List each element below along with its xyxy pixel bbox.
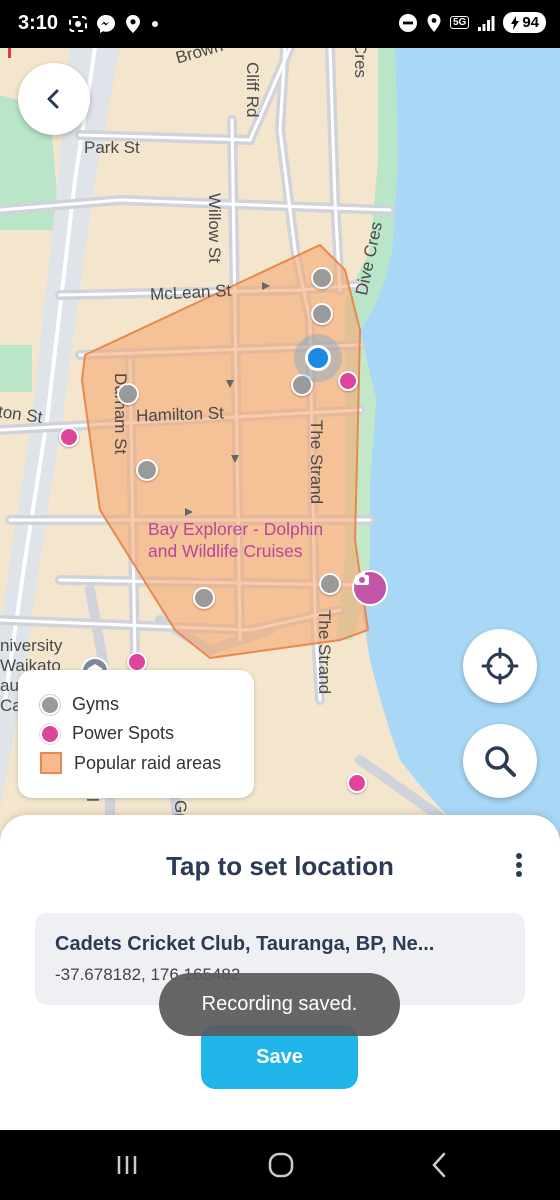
street-label-willow: Willow St xyxy=(205,193,224,263)
home-icon xyxy=(268,1152,294,1178)
status-bar: 3:10 5G 94 xyxy=(0,0,560,48)
street-label-university-1: niversity xyxy=(0,636,63,655)
legend-raid-areas-label: Popular raid areas xyxy=(74,752,222,773)
back-button[interactable] xyxy=(18,63,90,135)
notification-icons xyxy=(68,14,160,34)
camera-icon[interactable] xyxy=(352,570,388,606)
street-label-university-3: au xyxy=(0,676,19,695)
legend-raid-areas: Popular raid areas xyxy=(40,752,221,774)
legend-power-spots: Power Spots xyxy=(40,723,174,744)
home-button[interactable] xyxy=(266,1150,296,1180)
recent-apps-button[interactable] xyxy=(112,1150,142,1180)
battery-icon: 94 xyxy=(503,12,546,33)
chevron-left-icon xyxy=(47,89,59,109)
street-label-mclean: McLean St xyxy=(149,280,232,305)
map-legend: Gyms Power Spots Popular raid areas xyxy=(18,670,254,798)
poi-label-bay-explorer[interactable]: Bay Explorer - Dolphin and Wildlife Crui… xyxy=(148,518,323,562)
gym-marker[interactable] xyxy=(311,267,333,289)
recenter-button[interactable] xyxy=(463,629,537,703)
do-not-disturb-icon xyxy=(398,13,417,32)
battery-level: 94 xyxy=(522,14,539,31)
crosshair-icon xyxy=(481,647,519,685)
current-location-marker xyxy=(294,334,342,382)
power-spot-marker[interactable] xyxy=(127,652,147,672)
sheet-title: Tap to set location xyxy=(166,851,394,881)
legend-gyms-label: Gyms xyxy=(72,694,119,714)
power-spot-marker[interactable] xyxy=(59,427,79,447)
system-icons: 5G 94 xyxy=(398,12,546,33)
screenshot-icon xyxy=(69,16,87,32)
street-label-strand: The Strand xyxy=(307,420,326,505)
back-icon xyxy=(432,1152,446,1178)
street-label-hamilton: Hamilton St xyxy=(135,403,225,426)
power-spot-marker[interactable] xyxy=(347,773,367,793)
signal-icon xyxy=(478,15,495,31)
gym-marker[interactable] xyxy=(117,383,139,405)
legend-gyms: Gyms xyxy=(40,694,119,715)
gym-marker[interactable] xyxy=(136,459,158,481)
power-spot-marker[interactable] xyxy=(338,371,358,391)
gym-marker[interactable] xyxy=(193,587,215,609)
toast-message: Recording saved. xyxy=(159,973,400,1036)
gym-marker[interactable] xyxy=(311,303,333,325)
poi-label-line1: Bay Explorer - Dolphin xyxy=(148,519,324,539)
street-label-park: Park St xyxy=(84,138,140,157)
5g-icon: 5G xyxy=(449,16,470,29)
street-label-cliff: Cliff Rd xyxy=(243,62,262,118)
gym-legend-icon xyxy=(40,694,60,715)
raid-area-legend-icon xyxy=(40,752,62,774)
dot-icon xyxy=(152,21,158,27)
recent-apps-icon xyxy=(117,1156,137,1174)
more-options-button[interactable] xyxy=(512,853,526,881)
location-pin-icon xyxy=(126,15,140,33)
poi-label-line2: and Wildlife Cruises xyxy=(148,541,303,561)
location-name: Cadets Cricket Club, Tauranga, BP, Ne... xyxy=(55,933,435,955)
more-vert-icon xyxy=(516,853,522,859)
power-spot-legend-icon xyxy=(40,723,60,744)
nav-back-button[interactable] xyxy=(424,1150,454,1180)
search-icon xyxy=(485,746,516,777)
location-icon xyxy=(427,13,441,32)
status-time: 3:10 xyxy=(18,12,59,34)
messenger-icon xyxy=(97,15,115,33)
search-button[interactable] xyxy=(463,724,537,798)
legend-power-spots-label: Power Spots xyxy=(72,723,175,743)
gym-marker[interactable] xyxy=(319,573,341,595)
street-label-strand-lower: The Strand xyxy=(315,610,334,695)
navigation-bar xyxy=(0,1130,560,1200)
street-label-l: l xyxy=(83,798,102,802)
